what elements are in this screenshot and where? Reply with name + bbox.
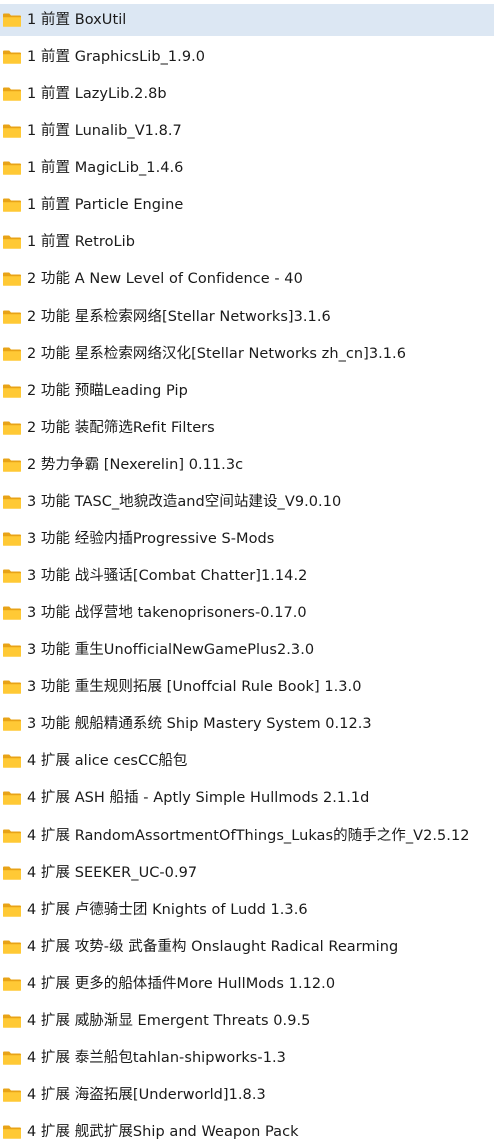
folder-icon bbox=[3, 866, 21, 880]
folder-name: 4 扩展 更多的船体插件More HullMods 1.12.0 bbox=[27, 976, 336, 992]
folder-icon bbox=[3, 87, 21, 101]
folder-name: 2 功能 星系检索网络[Stellar Networks]3.1.6 bbox=[27, 309, 331, 325]
folder-row-12[interactable]: 2 功能 装配筛选Refit Filters bbox=[0, 412, 494, 444]
folder-name: 1 前置 Particle Engine bbox=[27, 197, 184, 213]
folder-icon bbox=[3, 606, 21, 620]
folder-row-15[interactable]: 3 功能 经验内插Progressive S-Mods bbox=[0, 523, 494, 555]
folder-name: 1 前置 LazyLib.2.8b bbox=[27, 86, 167, 102]
folder-row-13[interactable]: 2 势力争霸 [Nexerelin] 0.11.3c bbox=[0, 449, 494, 481]
folder-name: 1 前置 BoxUtil bbox=[27, 12, 127, 28]
folder-row-4[interactable]: 1 前置 Lunalib_V1.8.7 bbox=[0, 115, 494, 147]
folder-name: 2 功能 A New Level of Confidence - 40 bbox=[27, 271, 303, 287]
folder-name: 4 扩展 SEEKER_UC-0.97 bbox=[27, 865, 198, 881]
folder-icon bbox=[3, 643, 21, 657]
folder-name: 3 功能 舰船精通系统 Ship Mastery System 0.12.3 bbox=[27, 716, 372, 732]
folder-icon bbox=[3, 829, 21, 843]
folder-name: 4 扩展 alice cesCC船包 bbox=[27, 753, 188, 769]
folder-icon bbox=[3, 421, 21, 435]
folder-name: 3 功能 战俘营地 takenoprisoners-0.17.0 bbox=[27, 605, 307, 621]
folder-row-5[interactable]: 1 前置 MagicLib_1.4.6 bbox=[0, 152, 494, 184]
folder-name: 2 势力争霸 [Nexerelin] 0.11.3c bbox=[27, 457, 244, 473]
folder-row-16[interactable]: 3 功能 战斗骚话[Combat Chatter]1.14.2 bbox=[0, 560, 494, 592]
folder-row-1[interactable]: 1 前置 BoxUtil bbox=[0, 4, 494, 36]
folder-name: 1 前置 Lunalib_V1.8.7 bbox=[27, 123, 182, 139]
folder-row-22[interactable]: 4 扩展 ASH 船插 - Aptly Simple Hullmods 2.1.… bbox=[0, 782, 494, 814]
folder-row-8[interactable]: 2 功能 A New Level of Confidence - 40 bbox=[0, 263, 494, 295]
folder-name: 2 功能 预瞄Leading Pip bbox=[27, 383, 188, 399]
folder-icon bbox=[3, 347, 21, 361]
folder-name: 4 扩展 泰兰船包tahlan-shipworks-1.3 bbox=[27, 1050, 286, 1066]
folder-row-20[interactable]: 3 功能 舰船精通系统 Ship Mastery System 0.12.3 bbox=[0, 708, 494, 740]
folder-row-29[interactable]: 4 扩展 泰兰船包tahlan-shipworks-1.3 bbox=[0, 1042, 494, 1074]
folder-row-26[interactable]: 4 扩展 攻势-级 武备重构 Onslaught Radical Rearmin… bbox=[0, 931, 494, 963]
folder-row-7[interactable]: 1 前置 RetroLib bbox=[0, 226, 494, 258]
folder-name: 4 扩展 RandomAssortmentOfThings_Lukas的随手之作… bbox=[27, 828, 470, 844]
folder-row-17[interactable]: 3 功能 战俘营地 takenoprisoners-0.17.0 bbox=[0, 597, 494, 629]
folder-icon bbox=[3, 272, 21, 286]
file-list: 1 前置 BoxUtil 1 前置 GraphicsLib_1.9.0 1 前置… bbox=[0, 0, 494, 1142]
folder-icon bbox=[3, 569, 21, 583]
folder-row-23[interactable]: 4 扩展 RandomAssortmentOfThings_Lukas的随手之作… bbox=[0, 820, 494, 852]
folder-icon bbox=[3, 13, 21, 27]
folder-icon bbox=[3, 161, 21, 175]
folder-row-9[interactable]: 2 功能 星系检索网络[Stellar Networks]3.1.6 bbox=[0, 301, 494, 333]
folder-row-25[interactable]: 4 扩展 卢德骑士团 Knights of Ludd 1.3.6 bbox=[0, 894, 494, 926]
folder-icon bbox=[3, 903, 21, 917]
folder-icon bbox=[3, 1088, 21, 1102]
folder-name: 3 功能 战斗骚话[Combat Chatter]1.14.2 bbox=[27, 568, 308, 584]
folder-icon bbox=[3, 1051, 21, 1065]
folder-icon bbox=[3, 754, 21, 768]
folder-name: 3 功能 重生UnofficialNewGamePlus2.3.0 bbox=[27, 642, 315, 658]
folder-row-10[interactable]: 2 功能 星系检索网络汉化[Stellar Networks zh_cn]3.1… bbox=[0, 338, 494, 370]
folder-row-24[interactable]: 4 扩展 SEEKER_UC-0.97 bbox=[0, 857, 494, 889]
folder-icon bbox=[3, 384, 21, 398]
folder-row-27[interactable]: 4 扩展 更多的船体插件More HullMods 1.12.0 bbox=[0, 968, 494, 1000]
folder-icon bbox=[3, 532, 21, 546]
folder-row-28[interactable]: 4 扩展 威胁渐显 Emergent Threats 0.9.5 bbox=[0, 1005, 494, 1037]
folder-row-14[interactable]: 3 功能 TASC_地貌改造and空间站建设_V9.0.10 bbox=[0, 486, 494, 518]
folder-row-3[interactable]: 1 前置 LazyLib.2.8b bbox=[0, 78, 494, 110]
folder-icon bbox=[3, 50, 21, 64]
folder-row-30[interactable]: 4 扩展 海盗拓展[Underworld]1.8.3 bbox=[0, 1079, 494, 1111]
folder-name: 2 功能 星系检索网络汉化[Stellar Networks zh_cn]3.1… bbox=[27, 346, 406, 362]
folder-icon bbox=[3, 1125, 21, 1139]
folder-icon bbox=[3, 940, 21, 954]
folder-icon bbox=[3, 680, 21, 694]
folder-name: 1 前置 MagicLib_1.4.6 bbox=[27, 160, 184, 176]
folder-icon bbox=[3, 977, 21, 991]
folder-name: 3 功能 TASC_地貌改造and空间站建设_V9.0.10 bbox=[27, 494, 342, 510]
folder-name: 2 功能 装配筛选Refit Filters bbox=[27, 420, 215, 436]
folder-row-18[interactable]: 3 功能 重生UnofficialNewGamePlus2.3.0 bbox=[0, 634, 494, 666]
folder-row-6[interactable]: 1 前置 Particle Engine bbox=[0, 189, 494, 221]
folder-row-21[interactable]: 4 扩展 alice cesCC船包 bbox=[0, 745, 494, 777]
folder-row-2[interactable]: 1 前置 GraphicsLib_1.9.0 bbox=[0, 41, 494, 73]
folder-icon bbox=[3, 235, 21, 249]
folder-row-19[interactable]: 3 功能 重生规则拓展 [Unoffcial Rule Book] 1.3.0 bbox=[0, 671, 494, 703]
folder-icon bbox=[3, 1014, 21, 1028]
folder-name: 4 扩展 威胁渐显 Emergent Threats 0.9.5 bbox=[27, 1013, 311, 1029]
folder-name: 4 扩展 攻势-级 武备重构 Onslaught Radical Rearmin… bbox=[27, 939, 399, 955]
folder-icon bbox=[3, 124, 21, 138]
folder-icon bbox=[3, 458, 21, 472]
folder-name: 3 功能 经验内插Progressive S-Mods bbox=[27, 531, 275, 547]
folder-icon bbox=[3, 791, 21, 805]
folder-name: 4 扩展 舰武扩展Ship and Weapon Pack bbox=[27, 1124, 299, 1140]
folder-row-11[interactable]: 2 功能 预瞄Leading Pip bbox=[0, 375, 494, 407]
folder-name: 1 前置 GraphicsLib_1.9.0 bbox=[27, 49, 206, 65]
folder-name: 4 扩展 ASH 船插 - Aptly Simple Hullmods 2.1.… bbox=[27, 790, 370, 806]
folder-icon bbox=[3, 717, 21, 731]
folder-icon bbox=[3, 495, 21, 509]
folder-icon bbox=[3, 198, 21, 212]
folder-icon bbox=[3, 310, 21, 324]
folder-row-31[interactable]: 4 扩展 舰武扩展Ship and Weapon Pack bbox=[0, 1116, 494, 1148]
folder-name: 4 扩展 卢德骑士团 Knights of Ludd 1.3.6 bbox=[27, 902, 308, 918]
folder-name: 3 功能 重生规则拓展 [Unoffcial Rule Book] 1.3.0 bbox=[27, 679, 362, 695]
folder-name: 1 前置 RetroLib bbox=[27, 234, 135, 250]
folder-name: 4 扩展 海盗拓展[Underworld]1.8.3 bbox=[27, 1087, 266, 1103]
